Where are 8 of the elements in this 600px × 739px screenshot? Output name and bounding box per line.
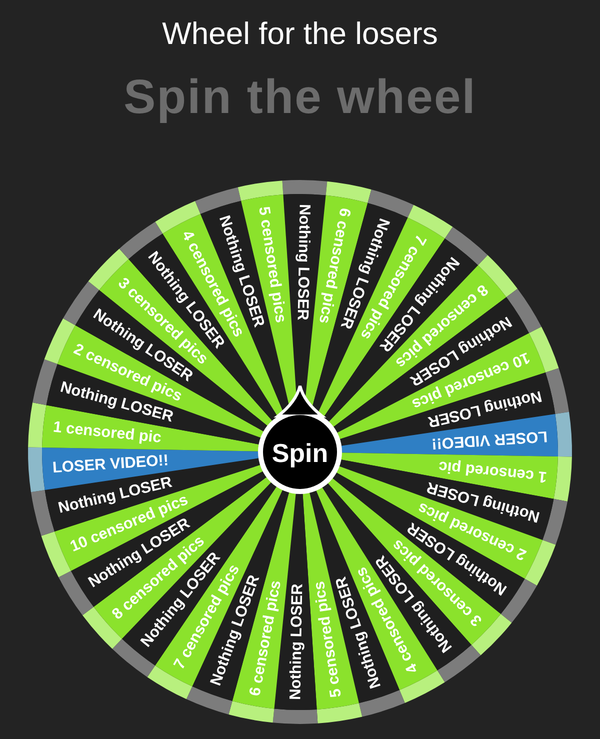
segment-label: LOSER VIDEO!! <box>430 427 548 452</box>
segment-label: Nothing LOSER <box>287 584 306 700</box>
segment-label: LOSER VIDEO!! <box>52 452 170 477</box>
heading: Spin the wheel <box>124 70 476 126</box>
segment-label: Nothing LOSER <box>294 204 313 320</box>
segment-label: 1 censored pic <box>52 418 162 447</box>
segment-label: 1 censored pic <box>438 457 548 486</box>
page-title: Wheel for the losers <box>162 15 438 53</box>
